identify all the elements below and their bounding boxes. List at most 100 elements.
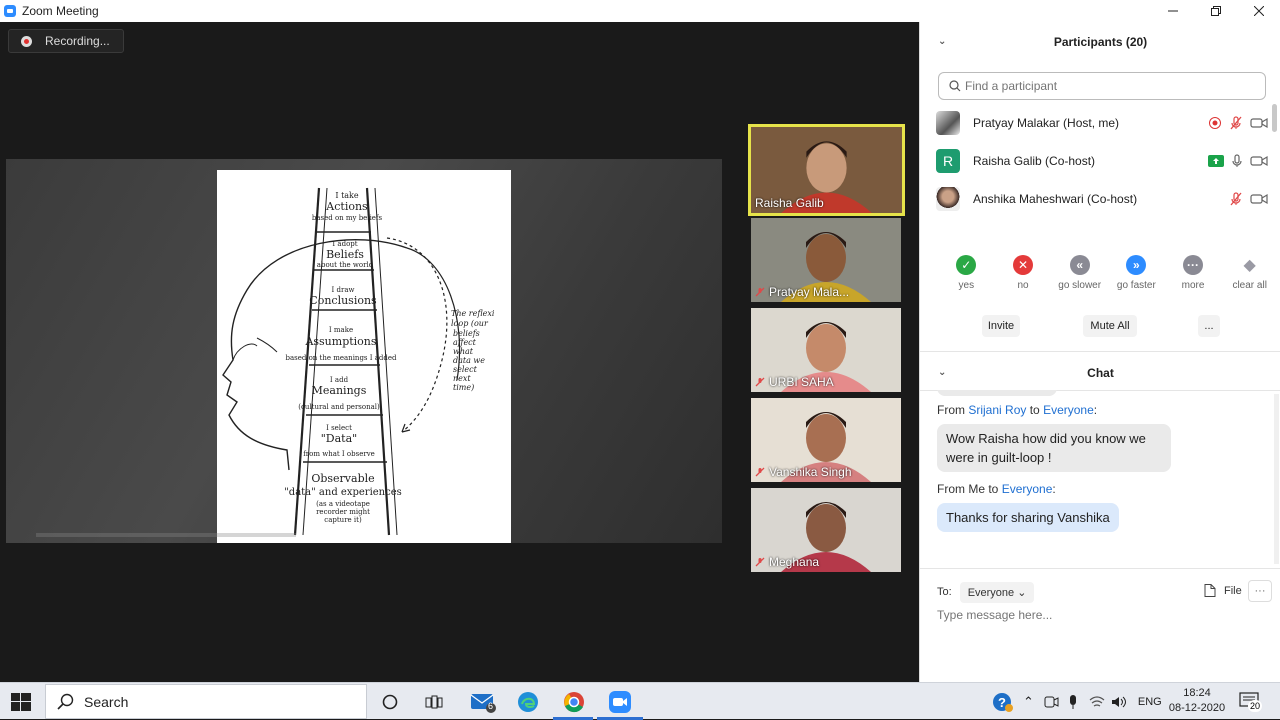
file-button[interactable]: File [1204, 584, 1242, 597]
mail-badge: 6 [488, 701, 494, 711]
previous-message-bubble [937, 390, 1057, 396]
svg-text:I select: I select [326, 424, 352, 432]
search-input[interactable] [965, 79, 1245, 93]
svg-text:beliefs: beliefs [453, 329, 480, 338]
recipient-name[interactable]: Everyone [1043, 403, 1094, 417]
svg-text:from what I observe: from what I observe [303, 450, 375, 458]
reaction-no-icon: ✕ [1013, 255, 1033, 275]
svg-text:I add: I add [330, 376, 349, 384]
participant-video-tile[interactable]: Raisha Galib [748, 124, 905, 216]
mic-muted-icon [755, 467, 765, 477]
participant-row[interactable]: Pratyay Malakar (Host, me) [936, 104, 1272, 142]
chrome-icon[interactable] [561, 689, 587, 715]
participant-video-tile[interactable]: Meghana [751, 488, 901, 572]
clock-date: 08-12-2020 [1168, 702, 1226, 714]
mail-icon[interactable]: 6 [470, 689, 496, 715]
svg-text:Assumptions: Assumptions [304, 335, 376, 348]
participants-scrollbar[interactable] [1272, 104, 1277, 132]
svg-text:Actions: Actions [325, 200, 368, 213]
sender-name[interactable]: Srijani Roy [968, 403, 1026, 417]
participant-tile-name: Meghana [755, 555, 819, 569]
mic-icon[interactable] [1230, 153, 1244, 169]
close-icon [1253, 6, 1264, 16]
taskbar-clock[interactable]: 18:24 08-12-2020 [1167, 686, 1227, 716]
svg-text:I take: I take [335, 191, 359, 200]
close-button[interactable] [1237, 0, 1280, 22]
avatar [936, 187, 960, 211]
svg-text:"data" and experiences: "data" and experiences [284, 487, 402, 498]
minimize-button[interactable] [1151, 0, 1194, 22]
reaction-go-faster-button[interactable]: » go faster [1108, 255, 1165, 300]
share-screen-icon [1208, 155, 1224, 167]
mic-muted-icon[interactable] [1228, 191, 1244, 207]
chat-bubble: Wow Raisha how did you know we were in g… [937, 424, 1171, 472]
reaction-yes-button[interactable]: ✓ yes [938, 255, 995, 300]
edge-icon[interactable] [515, 689, 541, 715]
language-indicator[interactable]: ENG [1138, 696, 1162, 708]
reaction-more-button[interactable]: ··· more [1165, 255, 1222, 300]
participant-video-tile[interactable]: URBI SAHA [751, 308, 901, 392]
tile-name-label: Raisha Galib [755, 196, 824, 210]
video-off-icon[interactable] [1250, 116, 1268, 130]
svg-text:select: select [453, 365, 478, 374]
taskbar-search[interactable]: Search [45, 684, 367, 719]
svg-text:capture it): capture it) [324, 516, 362, 524]
video-off-icon[interactable] [1250, 192, 1268, 206]
reaction-clear-all-button[interactable]: ◆ clear all [1221, 255, 1278, 300]
collapse-participants-icon[interactable]: ⌄ [938, 36, 946, 47]
show-hidden-icons-icon[interactable]: ⌃ [1023, 694, 1034, 710]
recording-icon [1209, 117, 1221, 129]
invite-button[interactable]: Invite [982, 315, 1020, 337]
task-view-icon[interactable] [421, 689, 447, 715]
recipient-select[interactable]: Everyone ⌄ [959, 581, 1035, 603]
svg-text:recorder might: recorder might [316, 508, 370, 516]
mic-muted-icon[interactable] [1228, 115, 1244, 131]
more-options-button[interactable]: ... [1198, 315, 1220, 337]
collapse-chat-icon[interactable]: ⌄ [938, 367, 946, 378]
volume-icon[interactable] [1111, 695, 1127, 709]
reaction-go-slower-button[interactable]: « go slower [1051, 255, 1108, 300]
chat-message-input[interactable] [937, 608, 1257, 622]
chat-title: Chat [1087, 366, 1114, 380]
shared-slide: I take Actions based on my beliefs I ado… [217, 170, 511, 543]
taskbar-search-label: Search [84, 693, 129, 710]
svg-text:?: ? [998, 695, 1006, 710]
wifi-icon[interactable] [1089, 695, 1105, 709]
svg-text:about the world: about the world [317, 261, 374, 269]
cortana-icon[interactable] [377, 689, 403, 715]
participant-video-tile[interactable]: Pratyay Mala... [751, 218, 901, 302]
mic-muted-icon [755, 557, 765, 567]
reaction-label: go slower [1058, 280, 1102, 291]
input-divider [920, 568, 1280, 569]
restore-button[interactable] [1194, 0, 1237, 22]
mute-all-button[interactable]: Mute All [1083, 315, 1137, 337]
action-center-icon[interactable]: 20 [1238, 691, 1262, 716]
chat-more-button[interactable]: ··· [1248, 580, 1272, 602]
chat-header: ⌄ Chat [920, 360, 1280, 386]
participant-video-tile[interactable]: Vanshika Singh [751, 398, 901, 482]
window-title: Zoom Meeting [22, 4, 99, 18]
participant-row[interactable]: Anshika Maheshwari (Co-host) [936, 180, 1272, 218]
title-bar: Zoom Meeting [0, 0, 1280, 22]
chat-bubble-mine: Thanks for sharing Vanshika [937, 503, 1119, 532]
clock-time: 18:24 [1183, 687, 1211, 699]
reaction-no-button[interactable]: ✕ no [995, 255, 1052, 300]
svg-text:time): time) [453, 383, 474, 392]
zoom-taskbar-icon[interactable] [607, 689, 633, 715]
microphone-tray-icon[interactable] [1067, 694, 1079, 710]
video-off-icon[interactable] [1250, 154, 1268, 168]
chat-scrollbar[interactable] [1274, 394, 1279, 564]
participant-row[interactable]: R Raisha Galib (Co-host) [936, 142, 1272, 180]
svg-text:Observable: Observable [311, 472, 374, 485]
participant-search[interactable] [938, 72, 1266, 100]
svg-text:next: next [453, 374, 471, 383]
reaction-clear-all-icon: ◆ [1243, 257, 1256, 274]
recipient-name[interactable]: Everyone [1002, 482, 1053, 496]
recording-indicator[interactable]: Recording... [8, 29, 124, 53]
help-icon[interactable]: ? [992, 691, 1014, 713]
participant-tile-name: Raisha Galib [755, 196, 824, 210]
windows-start-icon[interactable] [11, 693, 31, 711]
svg-text:Conclusions: Conclusions [309, 294, 377, 307]
to-word: to [988, 482, 999, 496]
meet-now-icon[interactable] [1043, 694, 1059, 710]
